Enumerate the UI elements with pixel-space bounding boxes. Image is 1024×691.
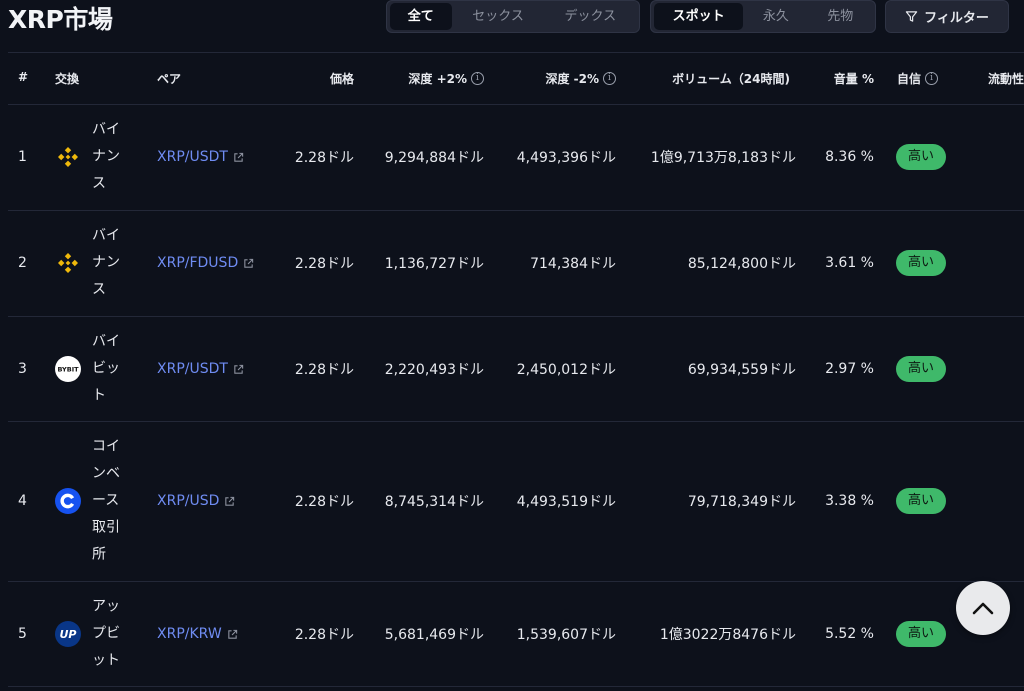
tab-all[interactable]: 全て <box>390 3 452 30</box>
col-price[interactable]: 価格 <box>330 70 354 87</box>
row-divider <box>8 581 1024 582</box>
filter-label: フィルター <box>924 11 989 26</box>
confidence-badge: 高い <box>896 621 946 647</box>
depth-minus-cell: 4,493,519ドル <box>516 494 616 510</box>
header-top-divider <box>8 52 1024 53</box>
tab-cex[interactable]: セックス <box>452 3 545 30</box>
tab-spot[interactable]: スポット <box>654 3 744 30</box>
external-link-icon <box>234 364 244 374</box>
price-cell: 2.28ドル <box>294 362 354 378</box>
row-divider <box>8 421 1024 422</box>
col-depth-minus[interactable]: 深度 -2% i <box>545 70 616 87</box>
svg-text:UP: UP <box>60 628 77 641</box>
row-divider <box>8 316 1024 317</box>
upbit-logo: UP <box>55 621 81 647</box>
header-bottom-divider <box>8 104 1024 105</box>
row-index: 2 <box>18 255 27 271</box>
confidence-badge: 高い <box>896 144 946 170</box>
markets-page: XRP市場 全て セックス デックス スポット 永久 先物 フィルター # 交換… <box>0 0 1024 691</box>
col-volume[interactable]: ボリューム（24時間) <box>672 70 790 87</box>
row-divider <box>8 686 1024 687</box>
volume-pct-cell: 3.61 % <box>825 255 874 271</box>
confidence-badge: 高い <box>896 488 946 514</box>
depth-minus-cell: 1,539,607ドル <box>516 627 616 643</box>
tab-futures[interactable]: 先物 <box>809 3 872 30</box>
filter-button[interactable]: フィルター <box>885 0 1009 33</box>
type-segment: 全て セックス デックス <box>386 0 640 33</box>
exchange-name[interactable]: バイナンス <box>92 117 126 198</box>
row-index: 1 <box>18 149 27 165</box>
pair-link[interactable]: XRP/KRW <box>157 626 238 642</box>
exchange-name[interactable]: アップビット <box>92 594 126 675</box>
market-segment: スポット 永久 先物 <box>650 0 876 33</box>
volume-pct-cell: 5.52 % <box>825 626 874 642</box>
tab-perpetual[interactable]: 永久 <box>743 3 808 30</box>
external-link-icon <box>244 258 254 268</box>
col-confidence[interactable]: 自信 i <box>897 70 939 87</box>
binance-logo <box>58 147 78 167</box>
pair-link[interactable]: XRP/USD <box>157 493 235 509</box>
depth-minus-cell: 4,493,396ドル <box>516 150 616 166</box>
exchange-name[interactable]: コインベース取引所 <box>92 434 126 569</box>
row-index: 5 <box>18 626 27 642</box>
depth-plus-cell: 5,681,469ドル <box>384 627 484 643</box>
exchange-name[interactable]: バイナンス <box>92 223 126 304</box>
pair-link[interactable]: XRP/USDT <box>157 361 244 377</box>
volume-cell: 85,124,800ドル <box>687 256 796 272</box>
price-cell: 2.28ドル <box>294 150 354 166</box>
volume-cell: 79,718,349ドル <box>687 494 796 510</box>
volume-cell: 1億3022万8476ドル <box>659 627 796 643</box>
row-divider <box>8 210 1024 211</box>
price-cell: 2.28ドル <box>294 256 354 272</box>
depth-minus-cell: 714,384ドル <box>530 256 616 272</box>
depth-plus-cell: 8,745,314ドル <box>384 494 484 510</box>
confidence-badge: 高い <box>896 250 946 276</box>
pair-link[interactable]: XRP/USDT <box>157 149 244 165</box>
depth-minus-cell: 2,450,012ドル <box>516 362 616 378</box>
depth-plus-cell: 2,220,493ドル <box>384 362 484 378</box>
filter-icon <box>905 11 918 22</box>
external-link-icon <box>227 629 237 639</box>
col-depth-plus[interactable]: 深度 +2% i <box>408 70 484 87</box>
pair-link[interactable]: XRP/FDUSD <box>157 255 254 271</box>
col-index[interactable]: # <box>18 70 28 84</box>
col-pair[interactable]: ペア <box>157 70 181 87</box>
row-index: 4 <box>18 493 27 509</box>
volume-cell: 1億9,713万8,183ドル <box>650 150 796 166</box>
price-cell: 2.28ドル <box>294 627 354 643</box>
depth-plus-cell: 1,136,727ドル <box>384 256 484 272</box>
col-volume-pct[interactable]: 音量 % <box>834 70 874 87</box>
coinbase-logo <box>55 488 81 514</box>
volume-cell: 69,934,559ドル <box>687 362 796 378</box>
external-link-icon <box>225 496 235 506</box>
col-exchange[interactable]: 交換 <box>55 70 79 87</box>
confidence-badge: 高い <box>896 356 946 382</box>
info-icon[interactable]: i <box>471 72 484 85</box>
scroll-to-top-button[interactable] <box>956 581 1010 635</box>
svg-text:BYBIT: BYBIT <box>57 366 79 374</box>
external-link-icon <box>234 152 244 162</box>
chevron-up-icon <box>972 602 994 615</box>
col-liquidity[interactable]: 流動性 <box>988 70 1024 87</box>
volume-pct-cell: 8.36 % <box>825 149 874 165</box>
volume-pct-cell: 3.38 % <box>825 493 874 509</box>
info-icon[interactable]: i <box>925 72 939 85</box>
row-index: 3 <box>18 361 27 377</box>
price-cell: 2.28ドル <box>294 494 354 510</box>
info-icon[interactable]: i <box>603 72 616 85</box>
exchange-name[interactable]: バイビット <box>92 329 126 410</box>
page-title: XRP市場 <box>8 5 113 34</box>
volume-pct-cell: 2.97 % <box>825 361 874 377</box>
depth-plus-cell: 9,294,884ドル <box>384 150 484 166</box>
binance-logo <box>58 253 78 273</box>
bybit-logo: BYBIT <box>55 356 81 382</box>
tab-dex[interactable]: デックス <box>545 3 636 30</box>
